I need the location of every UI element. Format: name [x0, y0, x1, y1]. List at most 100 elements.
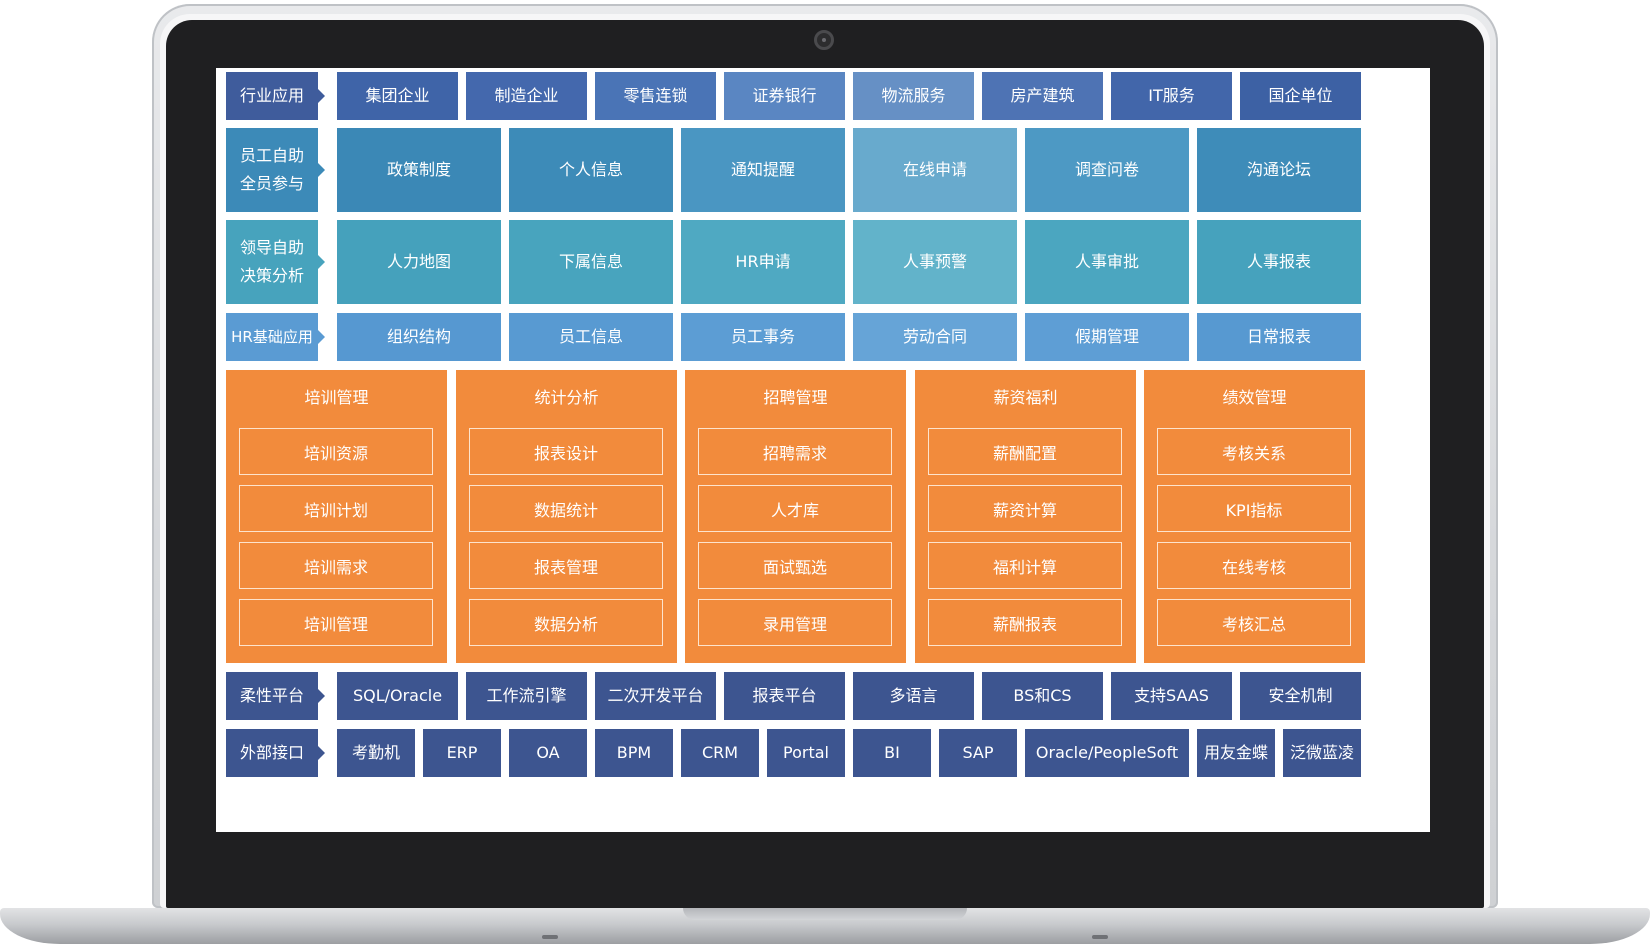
hr-basic-item-label: 劳动合同	[902, 327, 967, 346]
hr-basic-item[interactable]: 员工信息	[509, 313, 673, 361]
row-arrow-icon	[318, 746, 325, 760]
platform-item-label: 报表平台	[752, 686, 817, 705]
employee-item-label: 调查问卷	[1074, 160, 1139, 179]
platform-item-label: 支持SAAS	[1134, 686, 1209, 705]
module-item[interactable]: 培训计划	[239, 485, 433, 532]
module-item[interactable]: 数据分析	[469, 599, 663, 646]
industry-item[interactable]: IT服务	[1111, 72, 1232, 120]
module-item[interactable]: 报表设计	[469, 428, 663, 475]
platform-item[interactable]: 多语言	[853, 672, 974, 720]
module-item-label: 培训资源	[303, 443, 368, 463]
industry-item[interactable]: 物流服务	[853, 72, 974, 120]
module-item[interactable]: 招聘需求	[698, 428, 892, 475]
hr-basic-item[interactable]: 假期管理	[1025, 313, 1189, 361]
employee-item[interactable]: 沟通论坛	[1197, 128, 1361, 212]
hr-basic-item[interactable]: 劳动合同	[853, 313, 1017, 361]
interface-item-label: BPM	[616, 743, 652, 762]
interface-item[interactable]: OA	[509, 729, 587, 777]
row-label-text: 领导自助 决策分析	[239, 238, 304, 285]
interface-item[interactable]: Portal	[767, 729, 845, 777]
module-item[interactable]: 数据统计	[469, 485, 663, 532]
employee-item[interactable]: 在线申请	[853, 128, 1017, 212]
module-panel-performance: 绩效管理 考核关系 KPI指标 在线考核 考核汇总	[1144, 370, 1365, 663]
interface-item-label: ERP	[446, 743, 478, 762]
module-item-label: 考核汇总	[1221, 614, 1286, 634]
industry-item[interactable]: 证券银行	[724, 72, 845, 120]
module-item[interactable]: 薪酬配置	[928, 428, 1122, 475]
platform-item[interactable]: 支持SAAS	[1111, 672, 1232, 720]
module-item[interactable]: 录用管理	[698, 599, 892, 646]
module-item[interactable]: 培训资源	[239, 428, 433, 475]
employee-item-label: 通知提醒	[730, 160, 795, 179]
hr-basic-item[interactable]: 员工事务	[681, 313, 845, 361]
interface-item[interactable]: ERP	[423, 729, 501, 777]
module-item-label: 报表设计	[533, 443, 598, 463]
module-title: 统计分析	[534, 388, 599, 407]
hr-basic-item[interactable]: 组织结构	[337, 313, 501, 361]
leader-item[interactable]: HR申请	[681, 220, 845, 304]
industry-item[interactable]: 房产建筑	[982, 72, 1103, 120]
module-item[interactable]: 考核汇总	[1157, 599, 1351, 646]
platform-item[interactable]: BS和CS	[982, 672, 1103, 720]
platform-item[interactable]: 工作流引擎	[466, 672, 587, 720]
row-label-external-interface: 外部接口	[226, 729, 318, 777]
leader-item[interactable]: 人事报表	[1197, 220, 1361, 304]
platform-item[interactable]: 安全机制	[1240, 672, 1361, 720]
module-item[interactable]: 报表管理	[469, 542, 663, 589]
interface-item[interactable]: CRM	[681, 729, 759, 777]
module-item-label: 人才库	[770, 500, 819, 520]
employee-item-label: 沟通论坛	[1246, 160, 1311, 179]
module-item[interactable]: 培训需求	[239, 542, 433, 589]
interface-item[interactable]: BI	[853, 729, 931, 777]
interface-item[interactable]: 泛微蓝凌	[1283, 729, 1361, 777]
industry-item[interactable]: 国企单位	[1240, 72, 1361, 120]
leader-item[interactable]: 人事预警	[853, 220, 1017, 304]
module-item[interactable]: 面试甄选	[698, 542, 892, 589]
leader-item[interactable]: 下属信息	[509, 220, 673, 304]
leader-item[interactable]: 人事审批	[1025, 220, 1189, 304]
row-arrow-icon	[318, 89, 325, 103]
row-label-text: 员工自助 全员参与	[239, 146, 304, 193]
leader-item-label: 下属信息	[558, 252, 623, 271]
industry-item[interactable]: 集团企业	[337, 72, 458, 120]
leader-item-label: 人事审批	[1074, 252, 1139, 271]
laptop-foot	[1092, 935, 1108, 939]
platform-item[interactable]: SQL/Oracle	[337, 672, 458, 720]
leader-item-label: HR申请	[735, 252, 791, 271]
webcam-icon	[814, 30, 834, 50]
module-item[interactable]: 福利计算	[928, 542, 1122, 589]
row-label-text: 行业应用	[239, 86, 304, 105]
hr-basic-item[interactable]: 日常报表	[1197, 313, 1361, 361]
platform-item[interactable]: 报表平台	[724, 672, 845, 720]
module-item[interactable]: 考核关系	[1157, 428, 1351, 475]
employee-item[interactable]: 通知提醒	[681, 128, 845, 212]
employee-item[interactable]: 个人信息	[509, 128, 673, 212]
row-label-text: HR基础应用	[231, 328, 313, 346]
interface-item[interactable]: BPM	[595, 729, 673, 777]
hr-basic-item-label: 员工信息	[558, 327, 623, 346]
row-label-hr-basic: HR基础应用	[226, 313, 318, 361]
interface-item[interactable]: Oracle/PeopleSoft	[1025, 729, 1189, 777]
interface-item[interactable]: SAP	[939, 729, 1017, 777]
module-item[interactable]: KPI指标	[1157, 485, 1351, 532]
module-item[interactable]: 培训管理	[239, 599, 433, 646]
interface-item-label: Oracle/PeopleSoft	[1035, 743, 1179, 762]
module-item-label: 福利计算	[992, 557, 1057, 577]
laptop-opening-notch	[683, 908, 967, 920]
module-item[interactable]: 薪资计算	[928, 485, 1122, 532]
industry-item[interactable]: 零售连锁	[595, 72, 716, 120]
employee-item[interactable]: 调查问卷	[1025, 128, 1189, 212]
module-item[interactable]: 薪酬报表	[928, 599, 1122, 646]
module-item-label: 录用管理	[762, 614, 827, 634]
module-item[interactable]: 人才库	[698, 485, 892, 532]
row-label-text: 外部接口	[239, 743, 304, 762]
industry-item[interactable]: 制造企业	[466, 72, 587, 120]
platform-item[interactable]: 二次开发平台	[595, 672, 716, 720]
interface-item[interactable]: 用友金蝶	[1197, 729, 1275, 777]
employee-item[interactable]: 政策制度	[337, 128, 501, 212]
module-item-label: 招聘需求	[762, 443, 827, 463]
module-item[interactable]: 在线考核	[1157, 542, 1351, 589]
interface-item[interactable]: 考勤机	[337, 729, 415, 777]
row-label-flexible-platform: 柔性平台	[226, 672, 318, 720]
leader-item[interactable]: 人力地图	[337, 220, 501, 304]
